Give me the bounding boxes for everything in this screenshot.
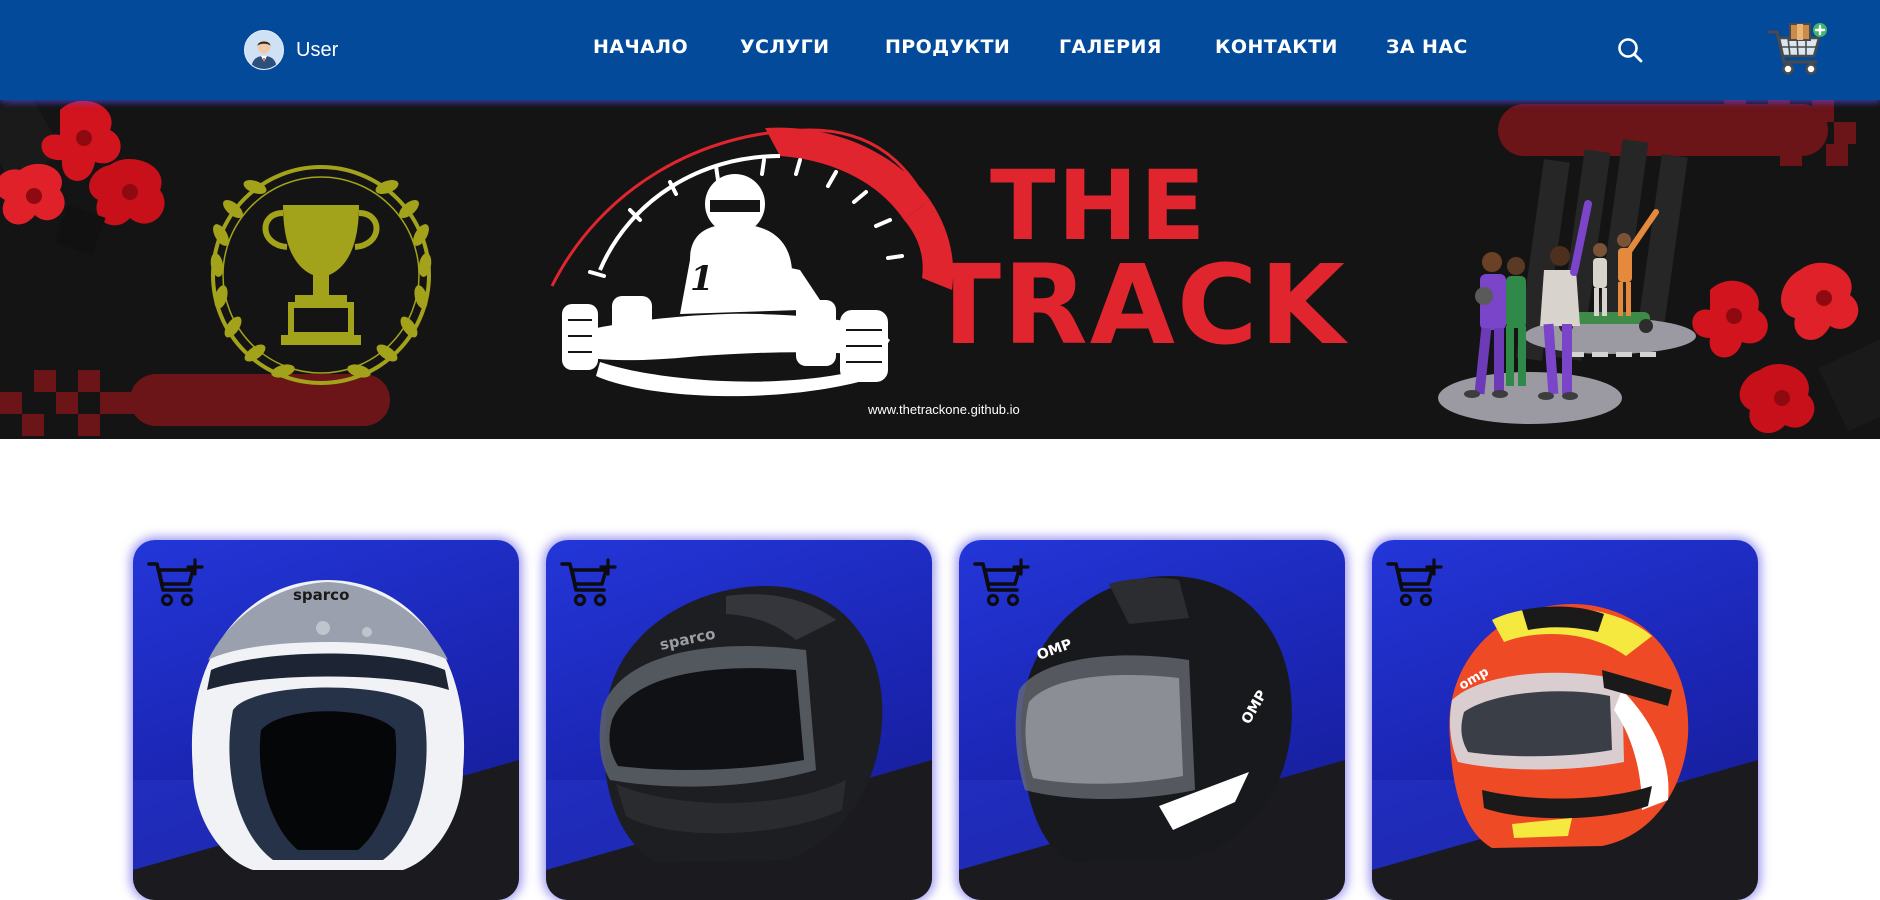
checker-decoration-bottom-left xyxy=(0,370,390,436)
add-to-cart-button[interactable] xyxy=(560,558,618,608)
nav-item-contacts[interactable]: КОНТАКТИ xyxy=(1215,36,1338,58)
user-account-link[interactable]: User xyxy=(244,30,338,70)
top-navigation-bar: User НАЧАЛО УСЛУГИ ПРОДУКТИ ГАЛЕРИЯ КОНТ… xyxy=(0,0,1880,100)
brand-title-line1: THE xyxy=(990,150,1208,262)
svg-text:1: 1 xyxy=(690,259,714,299)
add-to-cart-icon xyxy=(973,558,1030,607)
nav-item-gallery[interactable]: ГАЛЕРИЯ xyxy=(1059,36,1162,58)
add-to-cart-button[interactable] xyxy=(147,558,205,608)
cart-button[interactable] xyxy=(1766,18,1830,80)
trophy-laurel-emblem xyxy=(210,165,432,385)
nav-item-home[interactable]: НАЧАЛО xyxy=(593,36,688,58)
brand-title-line2: TRACK xyxy=(926,241,1347,369)
user-name-label: User xyxy=(296,38,339,61)
site-url-text: www.thetrackone.github.io xyxy=(868,402,1020,417)
product-card[interactable]: OMP OMP xyxy=(959,540,1345,900)
helmet-brand-mark: sparco xyxy=(293,586,349,604)
search-icon xyxy=(1618,38,1643,63)
search-button[interactable] xyxy=(1615,35,1645,65)
add-to-cart-button[interactable] xyxy=(1386,558,1444,608)
product-card[interactable]: sparco xyxy=(546,540,932,900)
gift-bow-decoration-left xyxy=(0,100,165,256)
nav-item-services[interactable]: УСЛУГИ xyxy=(740,36,829,58)
gift-bow-decoration-right xyxy=(1692,262,1880,434)
add-to-cart-button[interactable] xyxy=(973,558,1031,608)
nav-item-products[interactable]: ПРОДУКТИ xyxy=(885,36,1010,58)
hero-banner: 1 THE TRACK www.thetrackone.github.io xyxy=(0,100,1880,439)
add-to-cart-icon xyxy=(1386,558,1443,607)
checker-decoration-top-right xyxy=(1498,100,1856,166)
product-card[interactable]: sparco xyxy=(133,540,519,900)
cart-icon xyxy=(1767,23,1827,75)
add-to-cart-icon xyxy=(560,558,617,607)
user-avatar-icon xyxy=(244,30,284,70)
go-kart-logo: 1 xyxy=(550,127,954,397)
add-to-cart-icon xyxy=(147,558,204,607)
nav-item-about[interactable]: ЗА НАС xyxy=(1386,36,1468,58)
product-card[interactable]: omp xyxy=(1372,540,1758,900)
